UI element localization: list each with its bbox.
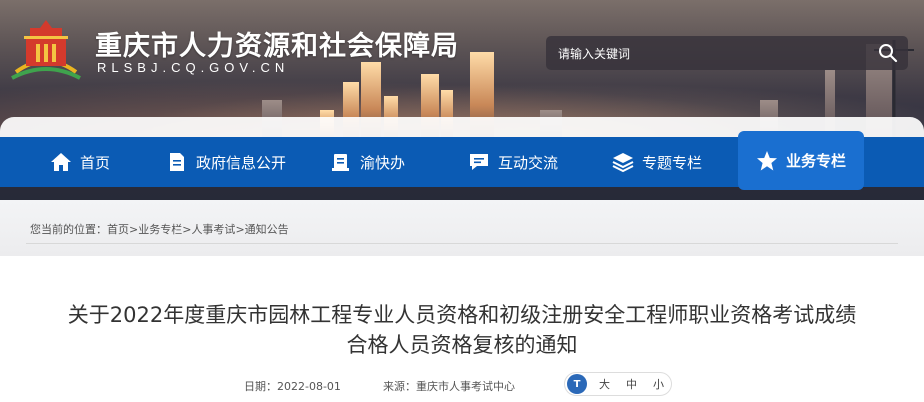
article-date: 日期：2022-08-01	[244, 378, 341, 394]
nav-item-business[interactable]: 业务专栏	[738, 131, 864, 190]
breadcrumb-prefix: 您当前的位置：	[30, 223, 107, 236]
nav-item-special-topics[interactable]: 专题专栏	[612, 137, 702, 187]
breadcrumb: 您当前的位置：首页>业务专栏>人事考试>通知公告	[30, 221, 289, 237]
nav-item-home[interactable]: 首页	[50, 137, 110, 187]
document-icon	[170, 153, 184, 171]
font-size-small[interactable]: 小	[653, 376, 664, 392]
font-size-switcher: T 大 中 小	[564, 372, 672, 396]
chat-icon	[470, 154, 488, 170]
source-label: 来源：	[383, 380, 416, 393]
breadcrumb-business[interactable]: 业务专栏	[138, 223, 182, 236]
nav-label: 首页	[80, 153, 111, 172]
layers-icon	[612, 153, 634, 173]
breadcrumb-notices[interactable]: 通知公告	[245, 223, 289, 236]
bureau-logo	[11, 20, 81, 80]
font-size-icon: T	[567, 374, 587, 394]
date-label: 日期：	[244, 380, 277, 393]
search-icon[interactable]	[878, 43, 898, 63]
nav-label: 专题专栏	[642, 153, 703, 172]
clipboard-icon	[332, 154, 349, 171]
search-box	[546, 36, 908, 72]
site-domain: RLSBJ.CQ.GOV.CN	[97, 60, 290, 75]
star-icon	[756, 150, 777, 170]
breadcrumb-separator: >	[235, 223, 245, 236]
nav-label: 渝快办	[360, 153, 406, 172]
font-size-large[interactable]: 大	[599, 376, 610, 392]
article-source: 来源：重庆市人事考试中心	[383, 378, 515, 394]
site-title: 重庆市人力资源和社会保障局	[95, 31, 459, 62]
nav-item-government-info[interactable]: 政府信息公开	[166, 137, 286, 187]
breadcrumb-exam[interactable]: 人事考试	[191, 223, 235, 236]
nav-item-yukuaiban[interactable]: 渝快办	[330, 137, 405, 187]
nav-label: 业务专栏	[785, 152, 846, 170]
article-title-line-2: 合格人员资格复核的通知	[346, 333, 578, 357]
nav-label: 互动交流	[498, 153, 559, 172]
nav-label: 政府信息公开	[196, 153, 287, 172]
font-size-medium[interactable]: 中	[626, 376, 637, 392]
home-icon	[51, 153, 71, 171]
breadcrumb-separator: >	[129, 223, 139, 236]
article-title-line-1: 关于2022年度重庆市园林工程专业人员资格和初级注册安全工程师职业资格考试成绩	[67, 303, 857, 327]
source-value: 重庆市人事考试中心	[416, 380, 515, 393]
nav-item-interaction[interactable]: 互动交流	[468, 137, 558, 187]
breadcrumb-home[interactable]: 首页	[107, 223, 129, 236]
date-value: 2022-08-01	[277, 380, 341, 393]
search-input[interactable]	[556, 36, 872, 72]
breadcrumb-divider	[26, 243, 898, 244]
